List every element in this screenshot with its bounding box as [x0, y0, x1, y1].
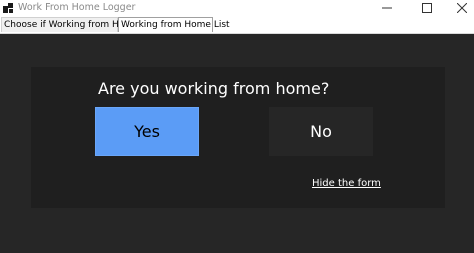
maximize-icon	[422, 3, 432, 13]
minimize-icon	[382, 7, 392, 9]
app-icon	[3, 3, 13, 13]
window-title: Work From Home Logger	[18, 2, 136, 13]
content-area: Are you working from home? Yes No Hide t…	[0, 34, 474, 253]
form-panel: Are you working from home? Yes No Hide t…	[31, 67, 445, 208]
question-heading: Are you working from home?	[98, 79, 330, 98]
close-icon	[457, 3, 467, 13]
close-button[interactable]	[445, 0, 474, 16]
hide-form-link[interactable]: Hide the form	[312, 178, 381, 189]
tab-choose-working-from-home[interactable]: Choose if Working from Home	[1, 17, 139, 32]
tab-strip: Choose if Working from Home Working from…	[0, 16, 474, 34]
maximize-button[interactable]	[410, 0, 444, 16]
no-button[interactable]: No	[269, 107, 373, 156]
tab-working-from-home-list[interactable]: Working from Home List	[118, 17, 230, 32]
minimize-button[interactable]	[370, 0, 404, 16]
title-bar: Work From Home Logger	[0, 0, 474, 16]
app-window: Work From Home Logger Choose if Working …	[0, 0, 474, 253]
yes-button[interactable]: Yes	[95, 107, 199, 156]
